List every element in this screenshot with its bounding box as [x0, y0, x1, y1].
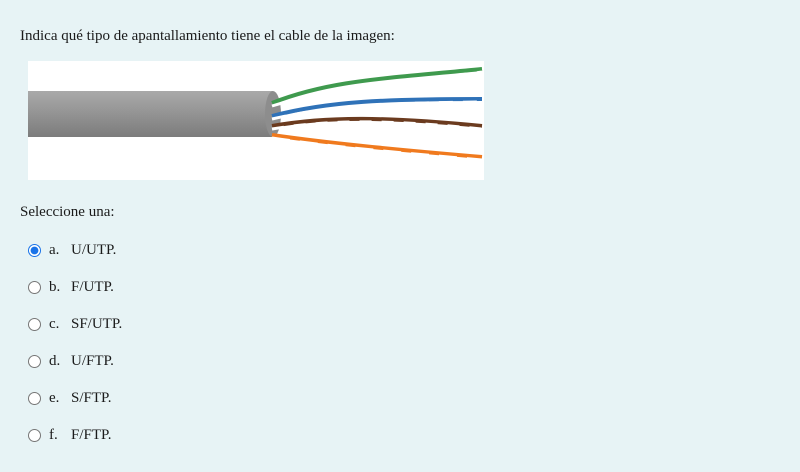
answer-letter-d: d.	[49, 353, 61, 369]
selection-prompt: Seleccione una:	[20, 204, 115, 220]
cable-image	[28, 61, 484, 180]
answer-radio-a[interactable]	[28, 244, 41, 257]
answer-option-e[interactable]: e. S/FTP.	[28, 380, 122, 417]
answer-letter-a: a.	[49, 242, 60, 258]
cable-illustration	[28, 67, 483, 162]
answer-radio-b[interactable]	[28, 281, 41, 294]
answer-list: a. U/UTP. b. F/UTP. c. SF/UTP. d. U/FTP.…	[28, 232, 122, 454]
answer-radio-f[interactable]	[28, 429, 41, 442]
question-panel: Indica qué tipo de apantallamiento tiene…	[0, 0, 800, 472]
answer-option-d[interactable]: d. U/FTP.	[28, 343, 122, 380]
answer-radio-c[interactable]	[28, 318, 41, 331]
answer-label-c: SF/UTP.	[71, 316, 123, 332]
answer-letter-e: e.	[49, 390, 60, 406]
answer-letter-f: f.	[49, 427, 58, 443]
answer-option-a[interactable]: a. U/UTP.	[28, 232, 122, 269]
answer-label-b: F/UTP.	[71, 279, 114, 295]
answer-option-b[interactable]: b. F/UTP.	[28, 269, 122, 306]
answer-option-c[interactable]: c. SF/UTP.	[28, 306, 122, 343]
answer-label-f: F/FTP.	[71, 427, 112, 443]
answer-radio-e[interactable]	[28, 392, 41, 405]
answer-label-e: S/FTP.	[71, 390, 112, 406]
answer-option-f[interactable]: f. F/FTP.	[28, 417, 122, 454]
question-text: Indica qué tipo de apantallamiento tiene…	[20, 28, 395, 44]
answer-label-a: U/UTP.	[71, 242, 117, 258]
answer-label-d: U/FTP.	[71, 353, 114, 369]
answer-radio-d[interactable]	[28, 355, 41, 368]
answer-letter-b: b.	[49, 279, 61, 295]
answer-letter-c: c.	[49, 316, 60, 332]
